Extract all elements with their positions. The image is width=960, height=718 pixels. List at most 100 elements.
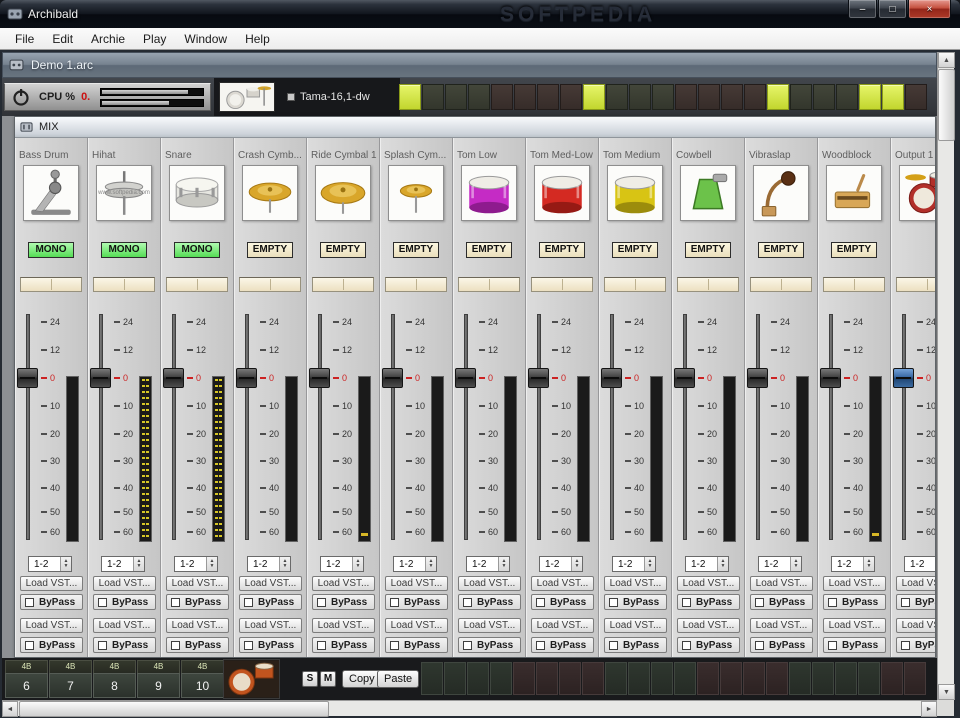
scroll-down-icon[interactable]: ▼ [938, 684, 955, 700]
bypass-toggle-2[interactable]: ByPass [385, 637, 448, 653]
pattern-slot[interactable]: 4B 6 [5, 660, 48, 698]
channel-image[interactable] [680, 165, 736, 221]
fader-handle[interactable] [382, 368, 403, 388]
pattern-slot[interactable]: 4B 9 [137, 660, 180, 698]
bypass-checkbox[interactable] [463, 597, 472, 607]
bypass-checkbox[interactable] [755, 597, 764, 607]
bypass-checkbox[interactable] [901, 597, 910, 607]
output-selector[interactable]: 1-2 ▲▼ [393, 556, 437, 572]
fader-handle[interactable] [820, 368, 841, 388]
step-cell[interactable] [629, 84, 651, 110]
step-cell[interactable] [766, 662, 788, 695]
fader-handle[interactable] [747, 368, 768, 388]
channel-image[interactable] [242, 165, 298, 221]
channel-mode-button[interactable]: EMPTY [393, 242, 439, 258]
channel-mode-button[interactable]: EMPTY [758, 242, 804, 258]
fader-handle[interactable] [893, 368, 914, 388]
step-cell[interactable] [720, 662, 742, 695]
step-cell[interactable] [445, 84, 467, 110]
step-cell[interactable] [812, 662, 834, 695]
doc-window-titlebar[interactable]: Demo 1.arc [2, 52, 937, 78]
step-cell[interactable] [628, 662, 650, 695]
load-vst-button-2[interactable]: Load VST... [677, 618, 740, 633]
step-cell[interactable] [905, 84, 927, 110]
step-cell[interactable] [491, 84, 513, 110]
step-cell[interactable] [904, 662, 926, 695]
bypass-checkbox[interactable] [609, 597, 618, 607]
paste-button[interactable]: Paste [377, 670, 420, 688]
step-cell[interactable] [606, 84, 628, 110]
scroll-left-icon[interactable]: ◄ [2, 701, 18, 717]
pan-slider[interactable] [677, 277, 739, 292]
load-vst-button-2[interactable]: Load VST... [896, 618, 935, 633]
pan-slider[interactable] [166, 277, 228, 292]
load-vst-button-2[interactable]: Load VST... [385, 618, 448, 633]
channel-mode-button[interactable]: MONO [101, 242, 147, 258]
step-cell[interactable] [882, 84, 904, 110]
step-cell[interactable] [560, 84, 582, 110]
load-vst-button-1[interactable]: Load VST... [458, 576, 521, 591]
bypass-toggle-2[interactable]: ByPass [312, 637, 375, 653]
pan-slider[interactable] [239, 277, 301, 292]
load-vst-button-2[interactable]: Load VST... [604, 618, 667, 633]
load-vst-button-1[interactable]: Load VST... [823, 576, 886, 591]
bypass-checkbox[interactable] [536, 640, 545, 650]
load-vst-button-1[interactable]: Load VST... [896, 576, 935, 591]
bypass-toggle-1[interactable]: ByPass [166, 594, 229, 610]
pattern-slot[interactable]: 4B 7 [49, 660, 92, 698]
minimize-button[interactable]: – [848, 0, 877, 19]
load-vst-button-1[interactable]: Load VST... [166, 576, 229, 591]
fader-handle[interactable] [601, 368, 622, 388]
load-vst-button-2[interactable]: Load VST... [458, 618, 521, 633]
bypass-toggle-2[interactable]: ByPass [531, 637, 594, 653]
menu-window[interactable]: Window [175, 29, 236, 49]
output-selector[interactable]: 1-2 ▲▼ [28, 556, 72, 572]
bypass-checkbox[interactable] [390, 597, 399, 607]
step-cell[interactable] [422, 84, 444, 110]
bypass-toggle-1[interactable]: ByPass [312, 594, 375, 610]
pan-slider[interactable] [385, 277, 447, 292]
step-cell[interactable] [789, 662, 811, 695]
spinner-arrows-icon[interactable]: ▲ ▼ [206, 557, 217, 571]
vertical-scrollbar[interactable]: ▲ ▼ [937, 52, 955, 700]
spinner-arrows-icon[interactable]: ▲ ▼ [790, 557, 801, 571]
step-cell[interactable] [536, 662, 558, 695]
load-vst-button-2[interactable]: Load VST... [823, 618, 886, 633]
scrollbar-thumb[interactable] [19, 701, 329, 717]
pan-slider[interactable] [604, 277, 666, 292]
kit-image[interactable] [219, 82, 275, 112]
channel-mode-button[interactable]: EMPTY [685, 242, 731, 258]
pan-slider[interactable] [458, 277, 520, 292]
bypass-checkbox[interactable] [536, 597, 545, 607]
bypass-checkbox[interactable] [244, 640, 253, 650]
bypass-checkbox[interactable] [682, 597, 691, 607]
bypass-toggle-1[interactable]: ByPass [896, 594, 935, 610]
load-vst-button-2[interactable]: Load VST... [239, 618, 302, 633]
bypass-checkbox[interactable] [463, 640, 472, 650]
solo-button[interactable]: S [302, 671, 318, 687]
load-vst-button-1[interactable]: Load VST... [604, 576, 667, 591]
mute-button[interactable]: M [320, 671, 336, 687]
bypass-toggle-2[interactable]: ByPass [896, 637, 935, 653]
pan-slider[interactable] [312, 277, 374, 292]
step-cell[interactable] [537, 84, 559, 110]
pattern-slot[interactable]: 4B 8 [93, 660, 136, 698]
load-vst-button-1[interactable]: Load VST... [20, 576, 83, 591]
output-selector[interactable]: 1-2 ▲▼ [247, 556, 291, 572]
bypass-checkbox[interactable] [828, 597, 837, 607]
load-vst-button-2[interactable]: Load VST... [531, 618, 594, 633]
bypass-checkbox[interactable] [390, 640, 399, 650]
step-cell[interactable] [559, 662, 581, 695]
step-cell[interactable] [697, 662, 719, 695]
menu-edit[interactable]: Edit [43, 29, 82, 49]
spinner-arrows-icon[interactable]: ▲ ▼ [133, 557, 144, 571]
pan-slider[interactable] [20, 277, 82, 292]
pan-slider[interactable] [823, 277, 885, 292]
load-vst-button-1[interactable]: Load VST... [531, 576, 594, 591]
bypass-checkbox[interactable] [317, 597, 326, 607]
spinner-arrows-icon[interactable]: ▲ ▼ [571, 557, 582, 571]
step-cell[interactable] [835, 662, 857, 695]
scroll-right-icon[interactable]: ► [921, 701, 937, 717]
step-cell[interactable] [467, 662, 489, 695]
bypass-checkbox[interactable] [25, 597, 34, 607]
